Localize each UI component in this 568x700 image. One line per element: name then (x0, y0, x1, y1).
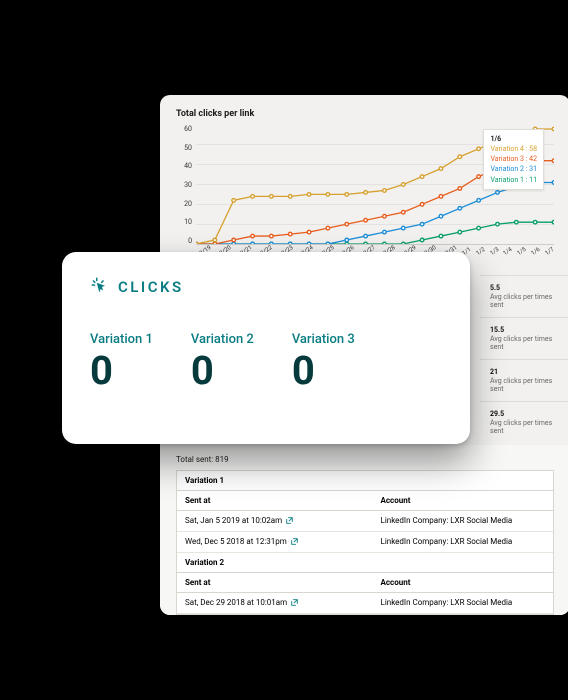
metric-label: Variation 3 (292, 332, 355, 347)
stat-label: Avg clicks per times sent (490, 335, 560, 351)
chart-plot: 1/6 Variation 4 : 58Variation 3 : 42Vari… (196, 125, 554, 245)
clicks-metric: Variation 2 0 (191, 332, 254, 391)
stat-value: 5.5 (490, 284, 560, 292)
cell-account: LinkedIn Company: LXR Social Media (373, 532, 553, 552)
chart-legend-tooltip: 1/6 Variation 4 : 58Variation 3 : 42Vari… (483, 129, 544, 190)
send-log: Total sent: 819 Variation 1Sent atAccoun… (160, 445, 568, 615)
chart-block: Total clicks per link 6050403020100 1/6 … (160, 109, 568, 255)
cell-sent-at[interactable]: Sat, Jan 5 2019 at 10:02am (177, 511, 373, 531)
stat-label: Avg clicks per times sent (490, 377, 560, 393)
log-row[interactable]: Sat, Dec 29 2018 at 10:01am LinkedIn Com… (177, 593, 553, 614)
clicks-card-title: CLICKS (118, 278, 184, 296)
log-column-headers: Sent atAccount (177, 491, 553, 511)
log-group-header: Variation 2 (177, 553, 553, 573)
col-account: Account (373, 491, 553, 510)
metric-value: 0 (292, 351, 355, 391)
col-sent-at: Sent at (177, 573, 373, 592)
legend-entry: Variation 1 : 11 (490, 175, 537, 185)
send-log-table: Variation 1Sent atAccountSat, Jan 5 2019… (176, 470, 554, 615)
col-account: Account (373, 573, 553, 592)
stat-row: 15.5Avg clicks per times sent (480, 317, 568, 359)
metric-value: 0 (90, 351, 153, 391)
log-row[interactable]: Sat, Jan 5 2019 at 10:02am LinkedIn Comp… (177, 511, 553, 532)
stat-value: 15.5 (490, 326, 560, 334)
chart-y-axis: 6050403020100 (176, 125, 196, 245)
stat-sidebar: 5.5Avg clicks per times sent15.5Avg clic… (480, 275, 568, 443)
stat-row: 5.5Avg clicks per times sent (480, 275, 568, 317)
legend-title: 1/6 (490, 134, 537, 144)
cell-account: LinkedIn Company: LXR Social Media (373, 593, 553, 613)
legend-entry: Variation 4 : 58 (490, 144, 537, 154)
chart-title: Total clicks per link (176, 109, 554, 119)
metric-value: 0 (191, 351, 254, 391)
stat-value: 21 (490, 368, 560, 376)
log-row[interactable]: Wed, Dec 5 2018 at 12:31pm LinkedIn Comp… (177, 532, 553, 553)
metric-label: Variation 1 (90, 332, 153, 347)
stat-label: Avg clicks per times sent (490, 419, 560, 435)
cell-account: LinkedIn Company: LXR Social Media (373, 511, 553, 531)
clicks-metric: Variation 1 0 (90, 332, 153, 391)
external-link-icon (291, 599, 298, 608)
total-sent-label: Total sent: 819 (176, 455, 554, 464)
stat-row: 29.5Avg clicks per times sent (480, 401, 568, 443)
cell-sent-at[interactable]: Wed, Dec 5 2018 at 12:31pm (177, 532, 373, 552)
stat-label: Avg clicks per times sent (490, 293, 560, 309)
stat-value: 29.5 (490, 410, 560, 418)
cell-sent-at[interactable]: Sat, Dec 29 2018 at 10:01am (177, 593, 373, 613)
col-sent-at: Sent at (177, 491, 373, 510)
cursor-click-icon (90, 276, 108, 298)
external-link-icon (291, 538, 298, 547)
log-column-headers: Sent atAccount (177, 573, 553, 593)
clicks-metric: Variation 3 0 (292, 332, 355, 391)
legend-entry: Variation 3 : 42 (490, 154, 537, 164)
metric-label: Variation 2 (191, 332, 254, 347)
log-group-header: Variation 1 (177, 471, 553, 491)
external-link-icon (286, 517, 293, 526)
stat-row: 21Avg clicks per times sent (480, 359, 568, 401)
legend-entry: Variation 2 : 31 (490, 164, 537, 174)
clicks-card: CLICKS Variation 10Variation 20Variation… (62, 252, 470, 444)
